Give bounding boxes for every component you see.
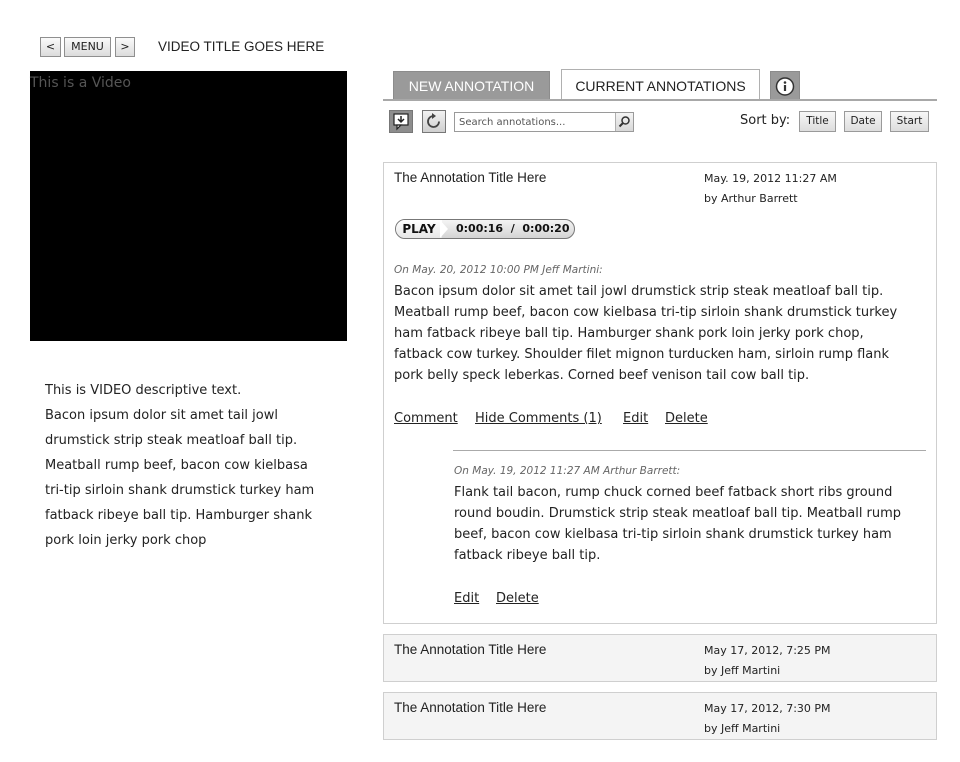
video-title: VIDEO TITLE GOES HERE [158, 39, 325, 54]
search-button[interactable] [615, 113, 633, 131]
video-description-line: This is VIDEO descriptive text. [45, 383, 242, 398]
video-description-line: pork loin jerky pork chop [45, 533, 207, 548]
comment-meta: On May. 20, 2012 10:00 PM Jeff Martini: [394, 264, 603, 276]
sort-date-button[interactable]: Date [844, 111, 882, 132]
reply-edit-link[interactable]: Edit [454, 591, 479, 606]
reply-divider [453, 450, 926, 451]
tab-new-annotation[interactable]: NEW ANNOTATION [393, 71, 550, 100]
annotation-date: May 17, 2012, 7:30 PM [704, 702, 831, 715]
reply-line: beef, bacon cow kielbasa tri-tip sirloin… [454, 527, 892, 542]
add-annotation-button[interactable] [389, 110, 413, 133]
annotation-card[interactable]: The Annotation Title Here May 17, 2012, … [383, 634, 937, 682]
hide-comments-link[interactable]: Hide Comments (1) [475, 411, 602, 426]
next-button[interactable]: > [115, 37, 135, 57]
add-annotation-icon [393, 113, 409, 131]
annotation-title[interactable]: The Annotation Title Here [394, 170, 546, 185]
edit-link[interactable]: Edit [623, 411, 648, 426]
playback-control: PLAY 0:00:16 / 0:00:20 [395, 219, 575, 239]
play-button[interactable]: PLAY [396, 220, 442, 238]
search-input[interactable] [455, 113, 615, 131]
annotation-author: by Jeff Martini [704, 664, 781, 677]
prev-button[interactable]: < [40, 37, 61, 57]
video-description-line: tri-tip sirloin shank drumstick turkey h… [45, 483, 315, 498]
video-description-line: Meatball rump beef, bacon cow kielbasa [45, 458, 308, 473]
comment-line: fatback cow turkey. Shoulder filet migno… [394, 347, 890, 362]
reply-line: fatback ribeye ball tip. [454, 548, 601, 563]
search-box [454, 112, 634, 132]
annotation-title[interactable]: The Annotation Title Here [394, 700, 546, 715]
comment-line: ham fatback ribeye ball tip. Hamburger s… [394, 326, 864, 341]
delete-link[interactable]: Delete [665, 411, 708, 426]
tab-current-annotations[interactable]: CURRENT ANNOTATIONS [561, 69, 760, 101]
reply-meta: On May. 19, 2012 11:27 AM Arthur Barrett… [454, 465, 681, 477]
comment-line: Bacon ipsum dolor sit amet tail jowl dru… [394, 284, 884, 299]
comment-line: Meatball rump beef, bacon cow kielbasa t… [394, 305, 898, 320]
reply-delete-link[interactable]: Delete [496, 591, 539, 606]
magnifier-icon [618, 116, 630, 128]
video-description-line: fatback ribeye ball tip. Hamburger shank [45, 508, 312, 523]
play-button-arrow [440, 220, 448, 238]
sort-start-button[interactable]: Start [890, 111, 929, 132]
comment-line: pork belly speck leberkas. Corned beef v… [394, 368, 810, 383]
video-description-line: Bacon ipsum dolor sit amet tail jowl [45, 408, 278, 423]
tab-divider [383, 99, 937, 101]
refresh-button[interactable] [422, 110, 446, 133]
video-player[interactable]: This is a Video [30, 71, 347, 341]
tab-info[interactable] [770, 71, 800, 100]
sort-label: Sort by: [740, 113, 791, 128]
video-placeholder-text: This is a Video [30, 75, 131, 91]
time-readout: 0:00:16 / 0:00:20 [456, 222, 570, 235]
video-description: This is VIDEO descriptive text. Bacon ip… [45, 378, 340, 553]
annotation-date: May. 19, 2012 11:27 AM [704, 172, 837, 185]
annotation-author: by Arthur Barrett [704, 192, 798, 205]
sort-title-button[interactable]: Title [799, 111, 836, 132]
menu-button[interactable]: MENU [64, 37, 111, 57]
reply-line: round boudin. Drumstick strip steak meat… [454, 506, 902, 521]
comment-body: Bacon ipsum dolor sit amet tail jowl dru… [394, 281, 934, 386]
annotation-date: May 17, 2012, 7:25 PM [704, 644, 831, 657]
annotation-author: by Jeff Martini [704, 722, 781, 735]
refresh-icon [427, 113, 440, 128]
annotation-title[interactable]: The Annotation Title Here [394, 642, 546, 657]
reply-line: Flank tail bacon, rump chuck corned beef… [454, 485, 893, 500]
video-description-line: drumstick strip steak meatloaf ball tip. [45, 433, 298, 448]
annotation-card[interactable]: The Annotation Title Here May 17, 2012, … [383, 692, 937, 740]
info-icon [775, 77, 795, 96]
comment-link[interactable]: Comment [394, 411, 458, 426]
reply-body: Flank tail bacon, rump chuck corned beef… [454, 482, 929, 566]
